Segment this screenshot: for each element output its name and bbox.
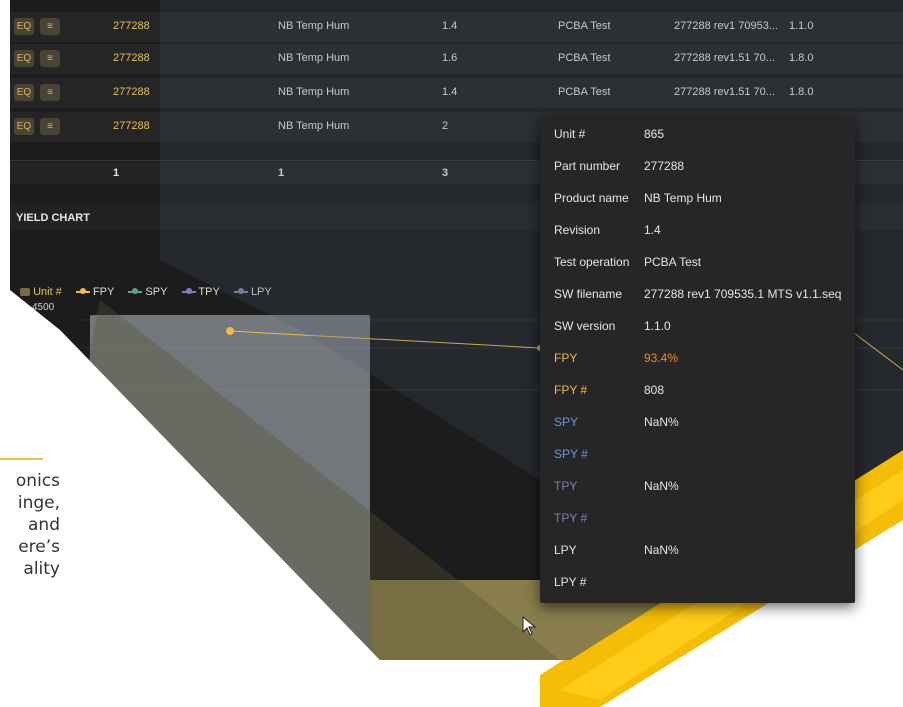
- tooltip-key: SW filename: [554, 287, 623, 301]
- tooltip-value: NaN%: [644, 415, 679, 429]
- tooltip-key: Part number: [554, 159, 621, 173]
- tooltip-key: FPY #: [554, 383, 588, 397]
- marketing-line: and: [28, 515, 60, 535]
- tooltip-value: 808: [644, 383, 665, 397]
- marketing-line: ality: [23, 559, 60, 579]
- tooltip-key: Unit #: [554, 127, 586, 141]
- tooltip-value: NaN%: [644, 543, 679, 557]
- tooltip-key: SPY: [554, 415, 579, 429]
- tooltip-key: Revision: [554, 223, 601, 237]
- tooltip-value: 1.1.0: [644, 319, 671, 333]
- marketing-line: onics: [15, 471, 60, 491]
- tooltip-key: FPY: [554, 351, 578, 365]
- mouse-cursor-icon: [522, 616, 537, 636]
- data-tooltip: Unit # 865 Part number 277288 Product na…: [540, 115, 855, 603]
- tooltip-value: 1.4: [644, 223, 661, 237]
- tooltip-value: NB Temp Hum: [644, 191, 722, 205]
- tooltip-key: Product name: [554, 191, 629, 205]
- marketing-text: onics inge, and ere’s ality: [0, 470, 60, 580]
- tooltip-key: LPY: [554, 543, 577, 557]
- tooltip-value: 865: [644, 127, 665, 141]
- tooltip-key: LPY #: [554, 575, 587, 589]
- tooltip-value: NaN%: [644, 479, 679, 493]
- tooltip-key: Test operation: [554, 255, 630, 269]
- tooltip-value: 277288: [644, 159, 685, 173]
- tooltip-value: 93.4%: [644, 351, 679, 365]
- tooltip-key: SW version: [554, 319, 616, 333]
- tooltip-key: TPY: [554, 479, 578, 493]
- tooltip-value: PCBA Test: [644, 255, 702, 269]
- tooltip-value: 277288 rev1 709535.1 MTS v1.1.seq: [644, 287, 842, 301]
- tooltip-key: TPY #: [554, 511, 588, 525]
- y-tick-label: 4000: [32, 340, 55, 351]
- marketing-line: inge,: [17, 493, 60, 513]
- accent-divider: [0, 458, 43, 460]
- marketing-line: ere’s: [18, 537, 60, 557]
- tooltip-key: SPY #: [554, 447, 588, 461]
